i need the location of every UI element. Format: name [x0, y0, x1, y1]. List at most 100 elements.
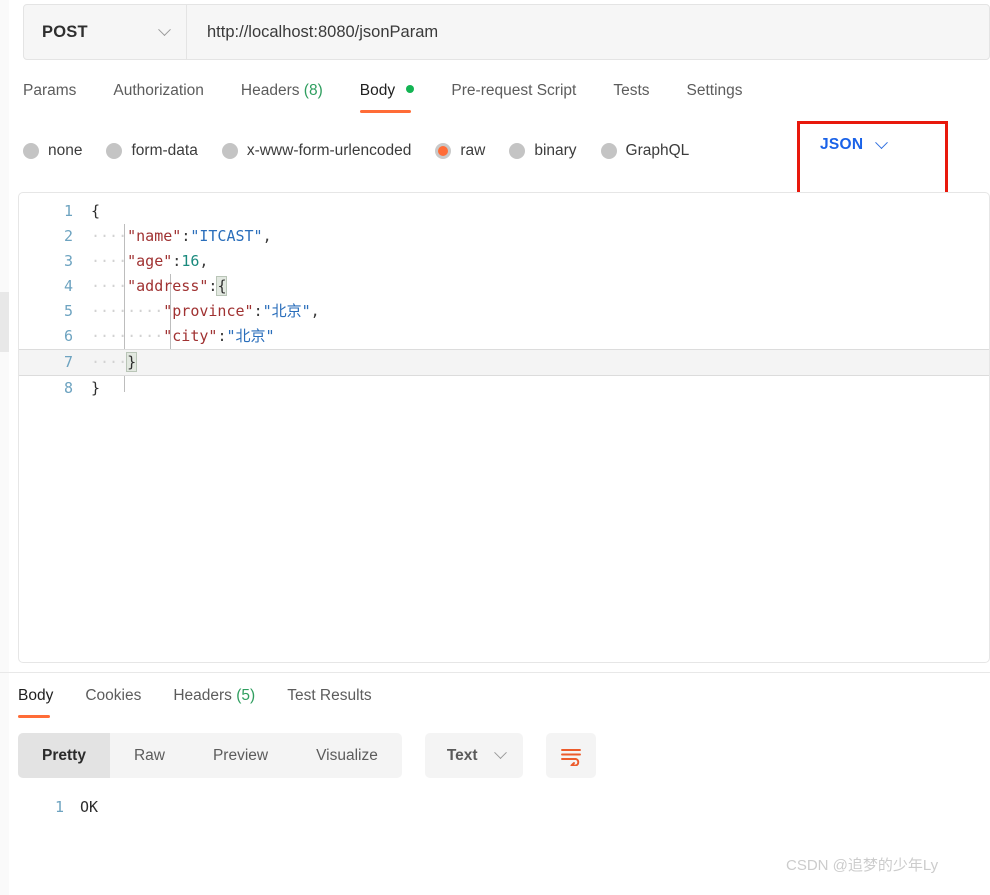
tab-pre-request-script-label: Pre-request Script — [451, 82, 577, 99]
json-colon: : — [181, 227, 191, 245]
code-line: 6 ········"city":"北京" — [19, 324, 989, 349]
tab-authorization[interactable]: Authorization — [113, 78, 203, 113]
json-comma: , — [199, 252, 209, 270]
radio-icon — [106, 143, 123, 159]
response-body-content: 1 OK — [18, 795, 98, 820]
response-tab-headers-count: (5) — [236, 687, 256, 704]
view-mode-preview-label: Preview — [212, 746, 269, 764]
json-key: "province" — [163, 302, 254, 320]
tab-tests-label: Tests — [613, 82, 650, 99]
json-comma: , — [310, 302, 320, 320]
tab-params[interactable]: Params — [23, 78, 76, 113]
indent-dots: ···· — [91, 277, 128, 295]
view-mode-visualize-label: Visualize — [316, 746, 378, 764]
body-type-binary-label: binary — [534, 142, 577, 159]
body-type-urlencoded-label: x-www-form-urlencoded — [246, 142, 412, 159]
view-mode-pretty[interactable]: Pretty — [18, 733, 110, 778]
tab-body-label: Body — [359, 82, 396, 99]
json-colon: : — [172, 252, 182, 270]
body-type-graphql[interactable]: GraphQL — [600, 142, 690, 160]
response-tab-headers[interactable]: Headers (5) — [173, 683, 255, 718]
response-tab-test-results[interactable]: Test Results — [287, 683, 371, 718]
request-tabs: Params Authorization Headers (8) Body Pr… — [23, 78, 990, 120]
indent-dots: ···· — [91, 227, 128, 245]
code-line: 2 ····"name":"ITCAST", — [19, 224, 989, 249]
brace-close: } — [91, 379, 101, 397]
line-number: 4 — [63, 277, 73, 295]
response-format-label: Text — [446, 746, 478, 764]
code-line-content: ····"name":"ITCAST", — [91, 224, 272, 249]
code-line-content: ····"age":16, — [91, 249, 208, 274]
indent-dots: ········ — [91, 327, 164, 345]
matching-brace-close: } — [126, 352, 138, 372]
body-type-none-label: none — [48, 142, 83, 159]
json-key: "address" — [127, 277, 209, 295]
line-number: 5 — [63, 302, 73, 320]
response-format-select[interactable]: Text — [424, 733, 523, 778]
code-line: 5 ········"province":"北京", — [19, 299, 989, 324]
view-mode-visualize[interactable]: Visualize — [292, 733, 402, 778]
radio-icon — [221, 143, 238, 159]
postman-request-response-view: POST http://localhost:8080/jsonParam Par… — [0, 0, 990, 895]
body-type-binary[interactable]: binary — [509, 142, 577, 160]
code-line-content: ····"address":{ — [91, 274, 228, 299]
word-wrap-icon — [560, 748, 581, 766]
code-line: 8 } — [19, 376, 989, 401]
view-mode-preview[interactable]: Preview — [189, 733, 292, 778]
tab-settings[interactable]: Settings — [687, 78, 743, 113]
code-line: 1 { — [19, 199, 989, 224]
view-mode-raw[interactable]: Raw — [110, 733, 189, 778]
tab-params-label: Params — [23, 82, 77, 99]
code-line: 3 ····"age":16, — [19, 249, 989, 274]
left-scrollbar-track[interactable] — [0, 0, 9, 895]
radio-icon — [509, 143, 526, 159]
tab-headers[interactable]: Headers (8) — [241, 78, 323, 113]
watermark: CSDN @追梦的少年Ly — [786, 857, 939, 874]
view-mode-raw-label: Raw — [133, 746, 165, 764]
json-key: "city" — [163, 327, 218, 345]
json-string-value: "ITCAST" — [190, 227, 263, 245]
body-modified-dot-icon — [406, 85, 415, 93]
left-scrollbar-thumb[interactable] — [0, 292, 9, 352]
matching-brace-open: { — [216, 276, 228, 296]
brace-open: { — [91, 202, 101, 220]
response-tab-cookies[interactable]: Cookies — [85, 683, 141, 718]
code-line: 4 ····"address":{ — [19, 274, 989, 299]
response-tab-test-results-label: Test Results — [287, 687, 372, 704]
json-comma: , — [262, 227, 272, 245]
request-body-editor[interactable]: 1 { 2 ····"name":"ITCAST", 3 ····"age":1… — [18, 192, 990, 663]
chevron-down-icon — [875, 135, 889, 149]
code-line-content: ········"province":"北京", — [91, 299, 320, 324]
response-tabs: Body Cookies Headers (5) Test Results — [18, 683, 404, 718]
panel-divider — [0, 672, 990, 673]
response-line-number: 1 — [54, 798, 64, 816]
raw-format-select[interactable]: JSON — [820, 135, 889, 154]
json-colon: : — [253, 302, 263, 320]
url-input[interactable]: http://localhost:8080/jsonParam — [187, 5, 989, 59]
tab-pre-request-script[interactable]: Pre-request Script — [451, 78, 576, 113]
tab-body[interactable]: Body — [359, 78, 415, 113]
code-line-content: ········"city":"北京" — [91, 324, 275, 349]
code-area[interactable]: 1 { 2 ····"name":"ITCAST", 3 ····"age":1… — [19, 193, 989, 401]
indent-dots: ···· — [91, 252, 128, 270]
body-type-raw-label: raw — [460, 142, 486, 159]
raw-format-label: JSON — [820, 136, 864, 153]
body-type-none[interactable]: none — [23, 142, 82, 160]
word-wrap-button[interactable] — [545, 733, 596, 778]
body-type-form-data[interactable]: form-data — [106, 142, 198, 160]
http-method-select[interactable]: POST — [24, 5, 187, 59]
body-type-graphql-label: GraphQL — [625, 142, 690, 159]
response-tab-cookies-label: Cookies — [85, 687, 142, 704]
json-key: "age" — [127, 252, 173, 270]
tab-tests[interactable]: Tests — [613, 78, 649, 113]
body-type-urlencoded[interactable]: x-www-form-urlencoded — [221, 142, 412, 160]
json-number-value: 16 — [181, 252, 200, 270]
response-tab-headers-label: Headers — [173, 687, 232, 704]
body-type-raw[interactable]: raw — [435, 142, 485, 160]
response-tab-body[interactable]: Body — [18, 683, 53, 718]
tab-authorization-label: Authorization — [113, 82, 204, 99]
chevron-down-icon — [158, 22, 171, 36]
indent-dots: ···· — [91, 353, 128, 371]
line-number: 7 — [63, 353, 73, 371]
line-number: 1 — [63, 202, 73, 220]
